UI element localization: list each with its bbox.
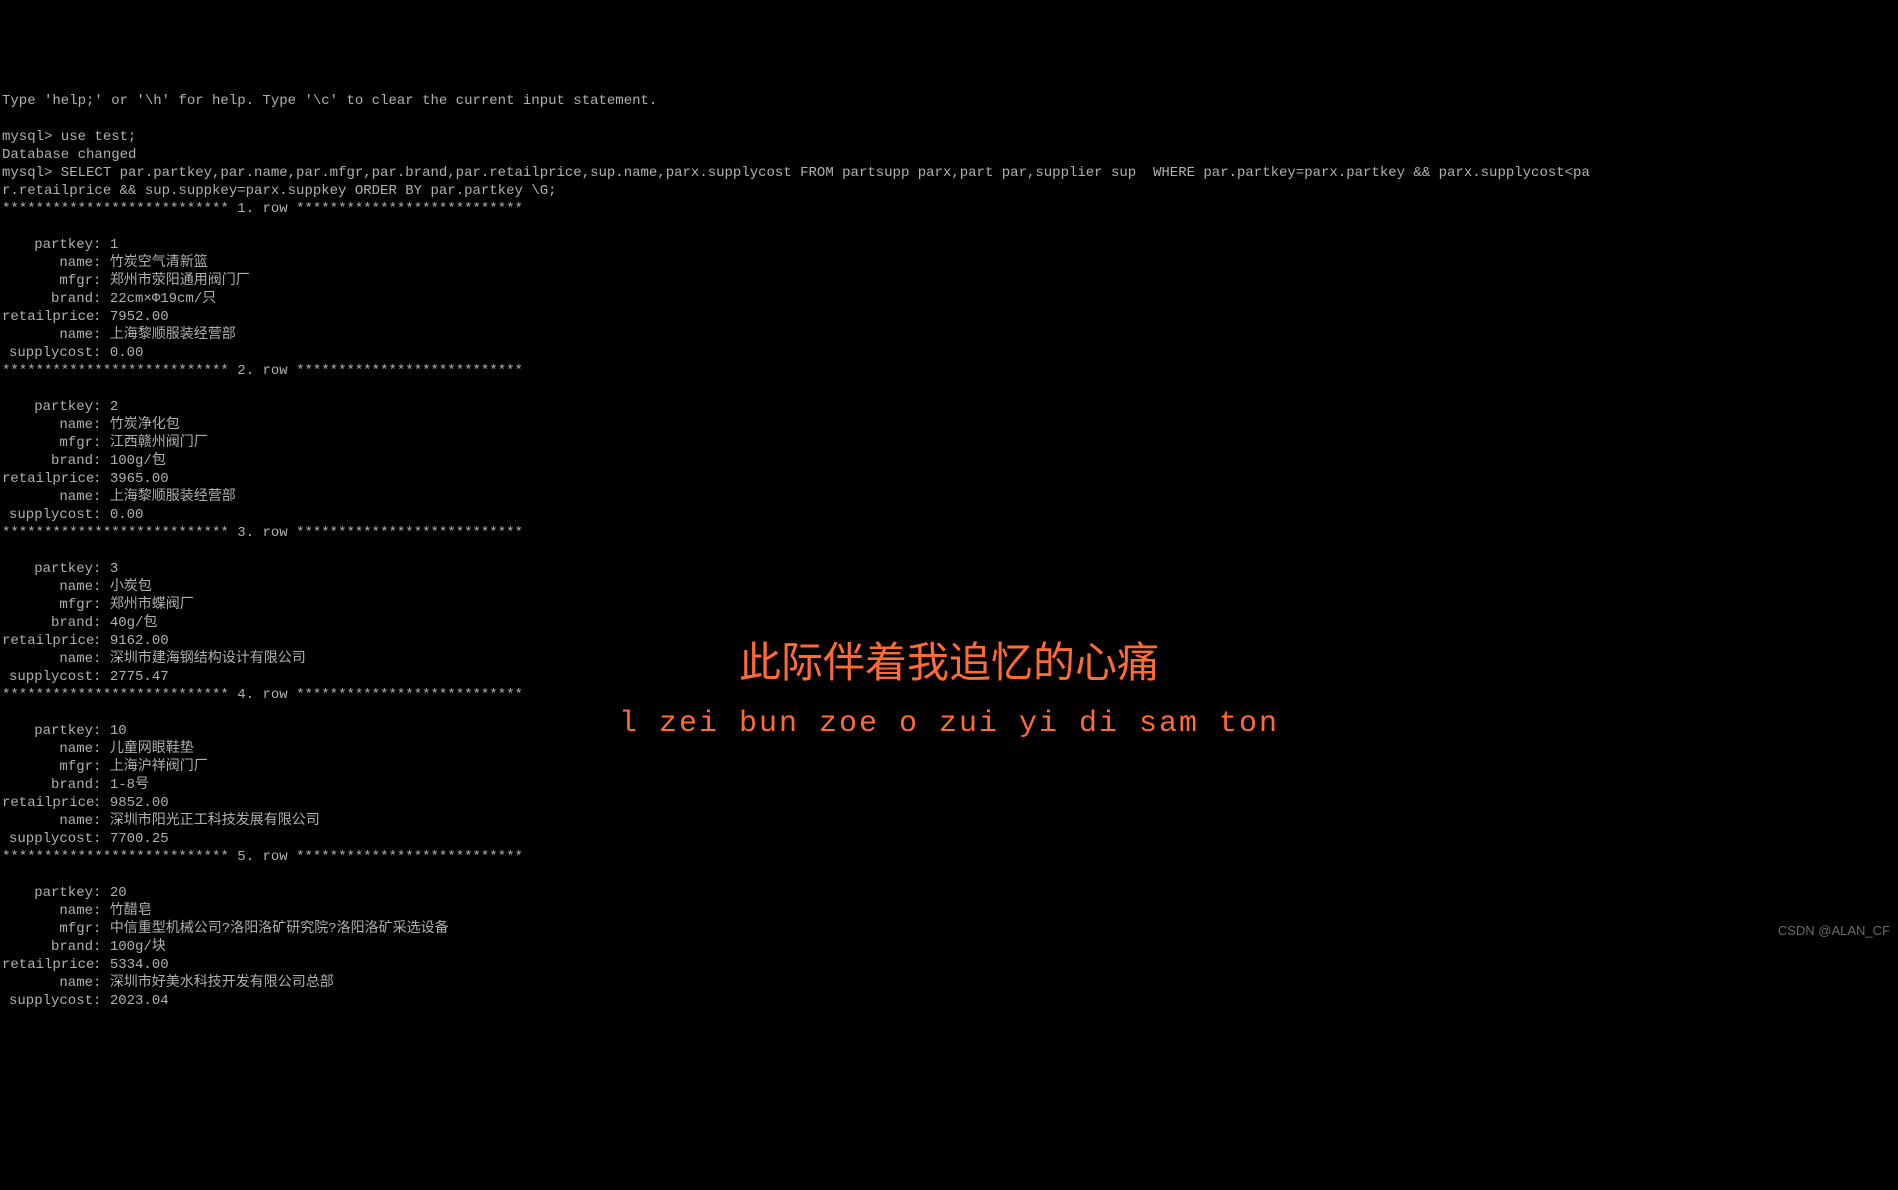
field-row: mfgr: 中信重型机械公司?洛阳洛矿研究院?洛阳洛矿采选设备	[2, 921, 449, 937]
field-row: partkey: 3	[2, 561, 118, 577]
field-row: mfgr: 郑州市荥阳通用阀门厂	[2, 273, 250, 289]
subtitle-chinese: 此际伴着我追忆的心痛	[739, 655, 1159, 673]
field-row: name: 儿童网眼鞋垫	[2, 741, 194, 757]
field-row: mfgr: 郑州市蝶阀厂	[2, 597, 194, 613]
field-row: partkey: 2	[2, 399, 118, 415]
field-row: supplycost: 2775.47	[2, 669, 169, 685]
field-row: supplycost: 0.00	[2, 345, 143, 361]
terminal-output[interactable]: Type 'help;' or '\h' for help. Type '\c'…	[0, 72, 1898, 1010]
field-row: supplycost: 0.00	[2, 507, 143, 523]
field-row: retailprice: 3965.00	[2, 471, 169, 487]
field-row: partkey: 20	[2, 885, 127, 901]
field-row: name: 深圳市好美水科技开发有限公司总部	[2, 975, 334, 991]
field-row: name: 深圳市建海钢结构设计有限公司	[2, 651, 306, 667]
row-separator-1: *************************** 1. row *****…	[2, 200, 1898, 218]
field-row: brand: 1-8号	[2, 777, 149, 793]
watermark-text: CSDN @ALAN_CF	[1778, 922, 1890, 940]
field-row: name: 小炭包	[2, 579, 152, 595]
field-row: name: 竹炭净化包	[2, 417, 180, 433]
field-row: mfgr: 江西赣州阀门厂	[2, 435, 208, 451]
field-row: retailprice: 5334.00	[2, 957, 169, 973]
field-row: supplycost: 7700.25	[2, 831, 169, 847]
field-row: retailprice: 9162.00	[2, 633, 169, 649]
field-row: supplycost: 2023.04	[2, 993, 169, 1009]
field-row: brand: 100g/块	[2, 939, 166, 955]
field-row: name: 竹醋皂	[2, 903, 152, 919]
field-row: retailprice: 7952.00	[2, 309, 169, 325]
query-line-2: r.retailprice && sup.suppkey=parx.suppke…	[2, 183, 557, 199]
field-row: name: 竹炭空气清新篮	[2, 255, 208, 271]
field-row: partkey: 10	[2, 723, 127, 739]
field-row: name: 上海黎顺服装经营部	[2, 489, 236, 505]
row-separator-2: *************************** 2. row *****…	[2, 362, 1898, 380]
row-separator-5: *************************** 5. row *****…	[2, 848, 1898, 866]
mysql-prompt-use: mysql> use test;	[2, 129, 136, 145]
row-separator-4: *************************** 4. row *****…	[2, 686, 1898, 704]
field-row: name: 深圳市阳光正工科技发展有限公司	[2, 813, 320, 829]
field-row: mfgr: 上海沪祥阀门厂	[2, 759, 208, 775]
field-row: brand: 40g/包	[2, 615, 157, 631]
field-row: retailprice: 9852.00	[2, 795, 169, 811]
subtitle-romanization: l zei bun zoe o zui yi di sam ton	[619, 715, 1279, 733]
query-line-1: mysql> SELECT par.partkey,par.name,par.m…	[2, 165, 1590, 181]
field-row: partkey: 1	[2, 237, 118, 253]
help-text: Type 'help;' or '\h' for help. Type '\c'…	[2, 93, 657, 109]
row-separator-3: *************************** 3. row *****…	[2, 524, 1898, 542]
field-row: brand: 22cm×Φ19cm/只	[2, 291, 216, 307]
database-changed-msg: Database changed	[2, 147, 136, 163]
field-row: name: 上海黎顺服装经营部	[2, 327, 236, 343]
field-row: brand: 100g/包	[2, 453, 166, 469]
